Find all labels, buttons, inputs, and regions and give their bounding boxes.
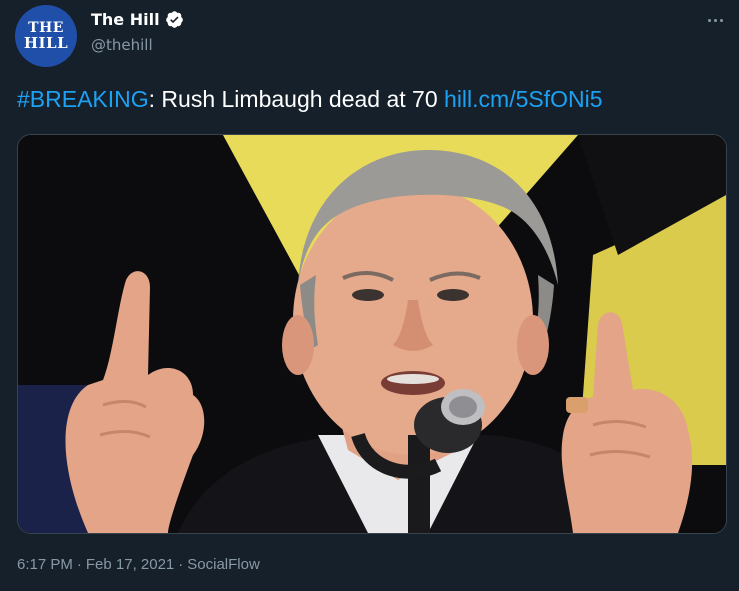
avatar[interactable]: THE HILL: [15, 5, 77, 67]
display-name[interactable]: The Hill: [91, 10, 184, 29]
hashtag-link[interactable]: #BREAKING: [17, 86, 149, 112]
meta-separator: ·: [76, 556, 82, 573]
tweet-body-text: : Rush Limbaugh dead at 70: [148, 86, 445, 112]
more-options-icon[interactable]: [703, 10, 727, 30]
tweet-time[interactable]: 6:17 PM: [17, 556, 73, 573]
tweet-photo[interactable]: [17, 134, 727, 534]
more-dot: [713, 18, 717, 22]
tweet-card: THE HILL The Hill @thehill #BREAKING: Ru…: [0, 0, 739, 591]
tweet-source[interactable]: SocialFlow: [187, 556, 260, 573]
tweet-text: #BREAKING: Rush Limbaugh dead at 70 hill…: [17, 86, 603, 113]
avatar-logo-text-bottom: HILL: [23, 34, 69, 52]
more-dot: [719, 18, 723, 22]
tweet-metadata: 6:17 PM · Feb 17, 2021 · SocialFlow: [17, 556, 260, 573]
display-name-text: The Hill: [91, 10, 160, 29]
more-dot: [707, 18, 711, 22]
tweet-date[interactable]: Feb 17, 2021: [86, 556, 174, 573]
photo-illustration: [18, 135, 726, 533]
short-url-link[interactable]: hill.cm/5SfONi5: [444, 86, 602, 112]
meta-separator: ·: [178, 556, 184, 573]
user-handle[interactable]: @thehill: [91, 36, 153, 54]
verified-badge-icon: [165, 11, 183, 28]
